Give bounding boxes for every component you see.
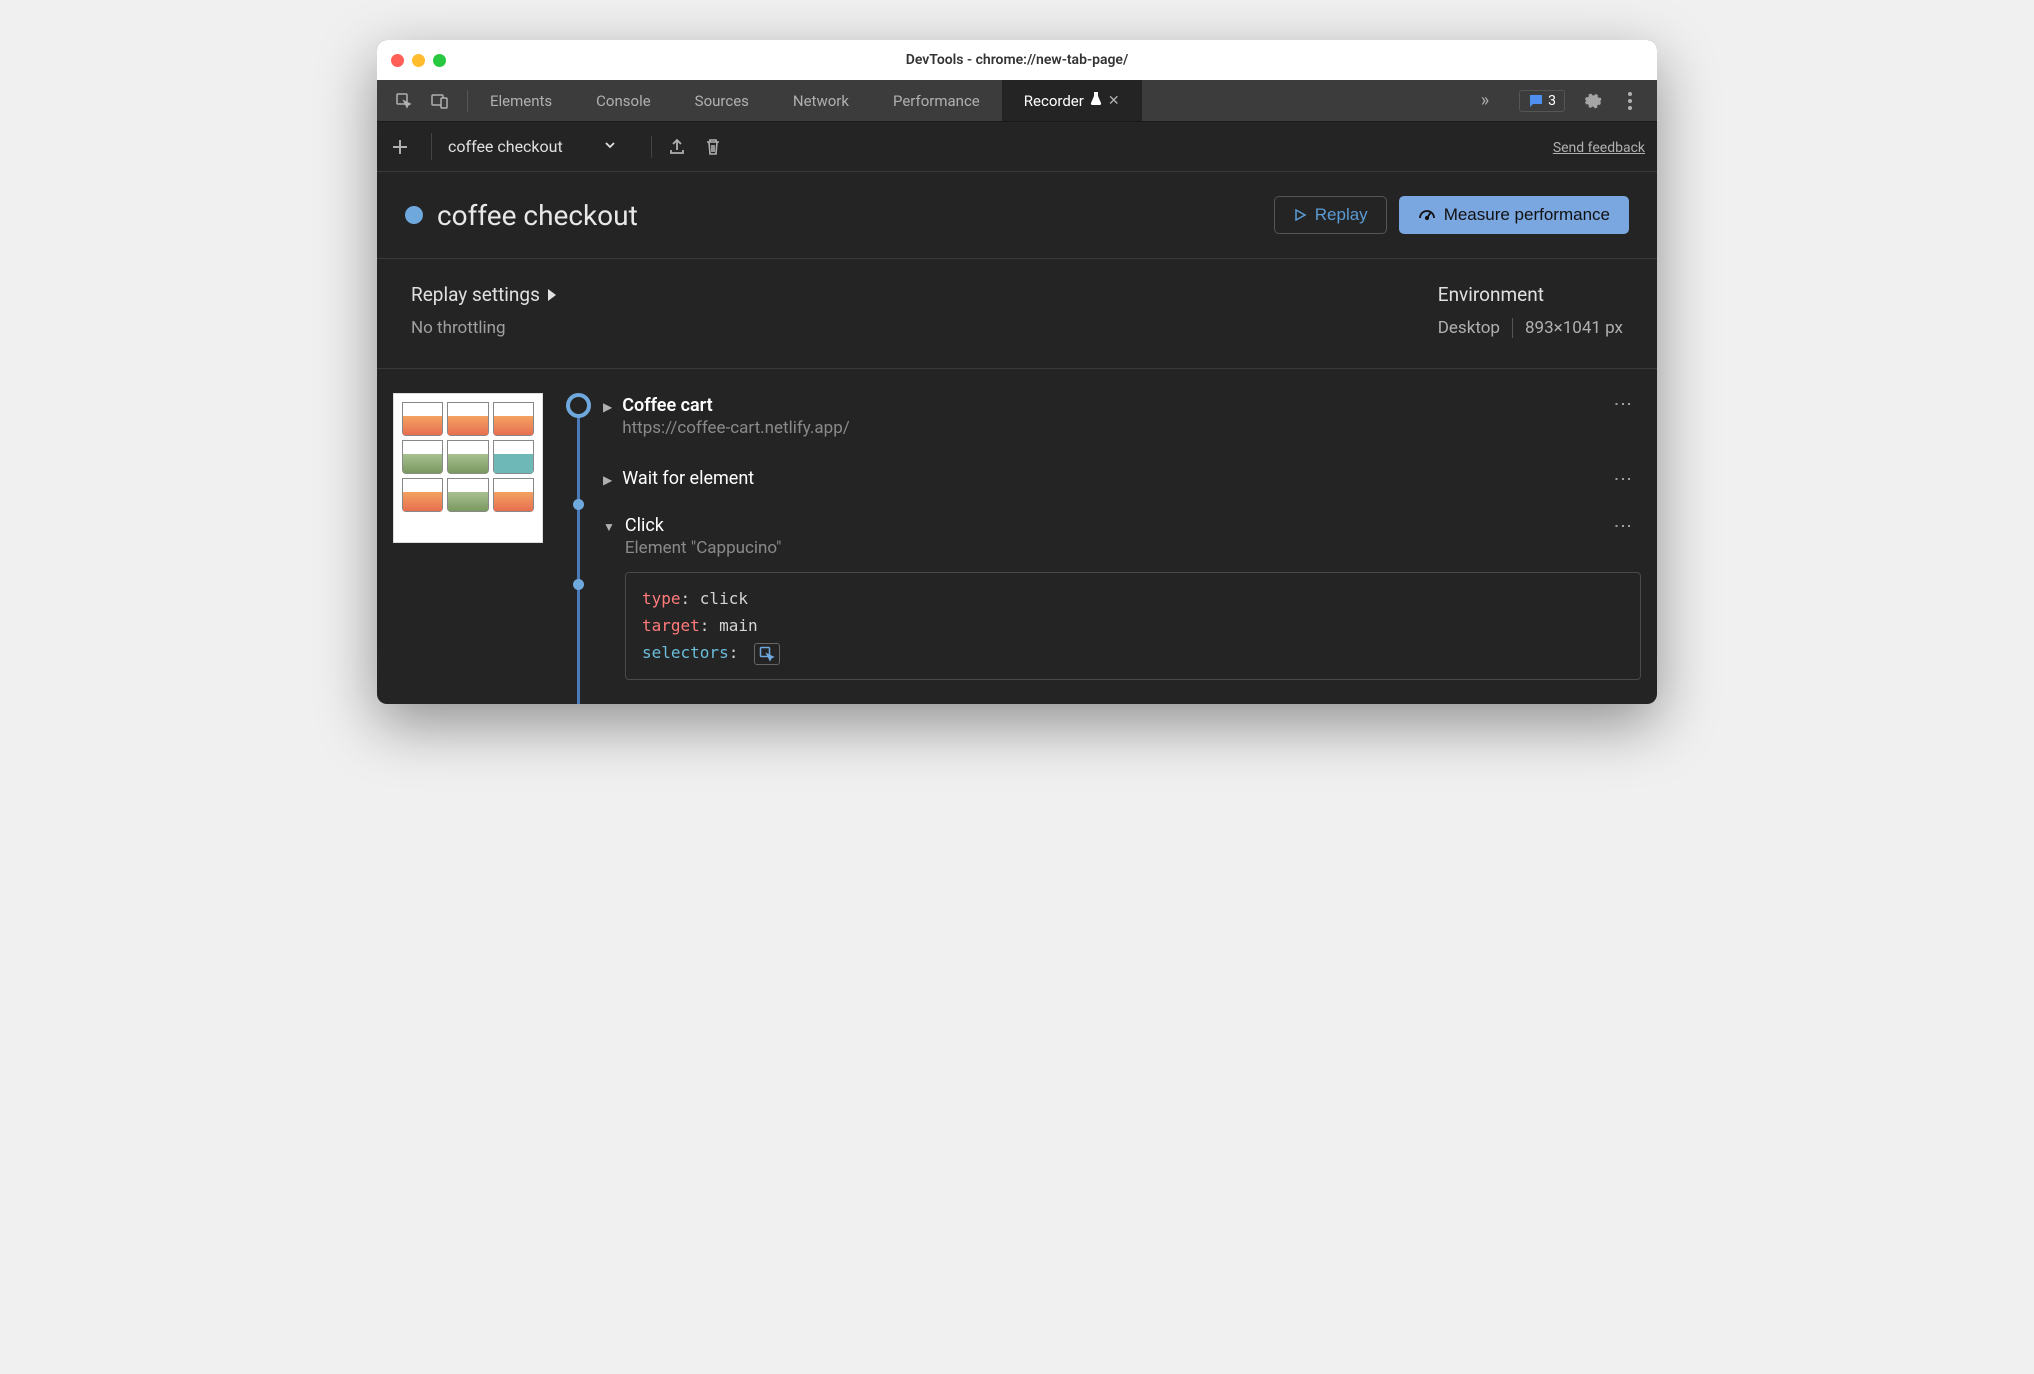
step-code-panel: type: click target: main selectors: (625, 572, 1641, 680)
more-tabs-icon[interactable]: » (1467, 90, 1503, 111)
status-bullet (405, 206, 423, 224)
new-recording-icon[interactable] (389, 136, 411, 158)
tab-console[interactable]: Console (574, 80, 673, 121)
timeline-node[interactable] (573, 499, 584, 510)
close-window-button[interactable] (391, 54, 404, 67)
code-key: target (642, 616, 700, 635)
code-key: selectors (642, 643, 729, 662)
send-feedback-link[interactable]: Send feedback (1553, 140, 1645, 156)
replay-settings-heading[interactable]: Replay settings (411, 283, 556, 306)
measure-performance-button[interactable]: Measure performance (1399, 196, 1629, 234)
tab-network[interactable]: Network (771, 80, 871, 121)
maximize-window-button[interactable] (433, 54, 446, 67)
step-item: ▼ Click Element "Cappucino" ⋮ type: clic… (603, 515, 1641, 680)
pick-selector-icon[interactable] (754, 643, 780, 665)
traffic-lights (391, 54, 446, 67)
steps-area: ▶ Coffee cart https://coffee-cart.netlif… (377, 369, 1657, 704)
chevron-down-icon (603, 137, 617, 156)
step-more-icon[interactable]: ⋮ (1612, 517, 1633, 533)
window-title: DevTools - chrome://new-tab-page/ (377, 52, 1657, 68)
settings-icon[interactable] (1581, 90, 1603, 112)
messages-count: 3 (1548, 93, 1556, 109)
step-thumbnail[interactable] (393, 393, 543, 543)
step-item: ▶ Wait for element ⋮ (603, 468, 1641, 489)
tab-sources[interactable]: Sources (673, 80, 771, 121)
replay-button[interactable]: Replay (1274, 196, 1387, 234)
step-subtitle: https://coffee-cart.netlify.app/ (622, 418, 850, 438)
flask-icon (1090, 92, 1102, 109)
steps-timeline: ▶ Coffee cart https://coffee-cart.netlif… (563, 393, 1641, 704)
throttling-value: No throttling (411, 318, 556, 338)
messages-badge[interactable]: 3 (1519, 90, 1565, 112)
tab-recorder[interactable]: Recorder ✕ (1002, 80, 1142, 121)
recorder-toolbar: coffee checkout Send feedback (377, 122, 1657, 172)
code-value: main (719, 616, 758, 635)
env-size: 893×1041 px (1525, 318, 1623, 338)
recording-name: coffee checkout (448, 137, 563, 156)
step-title: Coffee cart (622, 395, 850, 416)
devtools-window: DevTools - chrome://new-tab-page/ Elemen… (377, 40, 1657, 704)
inspect-element-icon[interactable] (393, 90, 415, 112)
tab-performance[interactable]: Performance (871, 80, 1002, 121)
kebab-menu-icon[interactable] (1619, 90, 1641, 112)
step-item: ▶ Coffee cart https://coffee-cart.netlif… (603, 393, 1641, 438)
step-more-icon[interactable]: ⋮ (1612, 395, 1633, 411)
step-subtitle: Element "Cappucino" (625, 538, 782, 558)
device-toolbar-icon[interactable] (429, 90, 451, 112)
export-icon[interactable] (666, 136, 688, 158)
delete-icon[interactable] (702, 136, 724, 158)
page-header: coffee checkout Replay Measure performan… (377, 172, 1657, 259)
step-title: Click (625, 515, 782, 536)
timeline-node[interactable] (573, 579, 584, 590)
step-title: Wait for element (622, 468, 754, 489)
caret-right-icon[interactable]: ▶ (603, 400, 612, 414)
code-key: type (642, 589, 681, 608)
code-value: click (700, 589, 748, 608)
step-more-icon[interactable]: ⋮ (1612, 470, 1633, 486)
devtools-tabbar: Elements Console Sources Network Perform… (377, 80, 1657, 122)
close-tab-icon[interactable]: ✕ (1108, 93, 1120, 109)
recording-selector[interactable]: coffee checkout (431, 133, 627, 160)
divider (1512, 318, 1513, 338)
environment-heading: Environment (1438, 283, 1623, 306)
caret-down-icon[interactable]: ▼ (603, 520, 615, 534)
caret-right-icon[interactable]: ▶ (603, 473, 612, 487)
timeline-node[interactable] (566, 393, 591, 418)
tab-elements[interactable]: Elements (468, 80, 574, 121)
recording-title: coffee checkout (437, 199, 638, 232)
env-device: Desktop (1438, 318, 1500, 338)
minimize-window-button[interactable] (412, 54, 425, 67)
titlebar: DevTools - chrome://new-tab-page/ (377, 40, 1657, 80)
caret-right-icon (548, 283, 556, 306)
settings-row: Replay settings No throttling Environmen… (377, 259, 1657, 369)
